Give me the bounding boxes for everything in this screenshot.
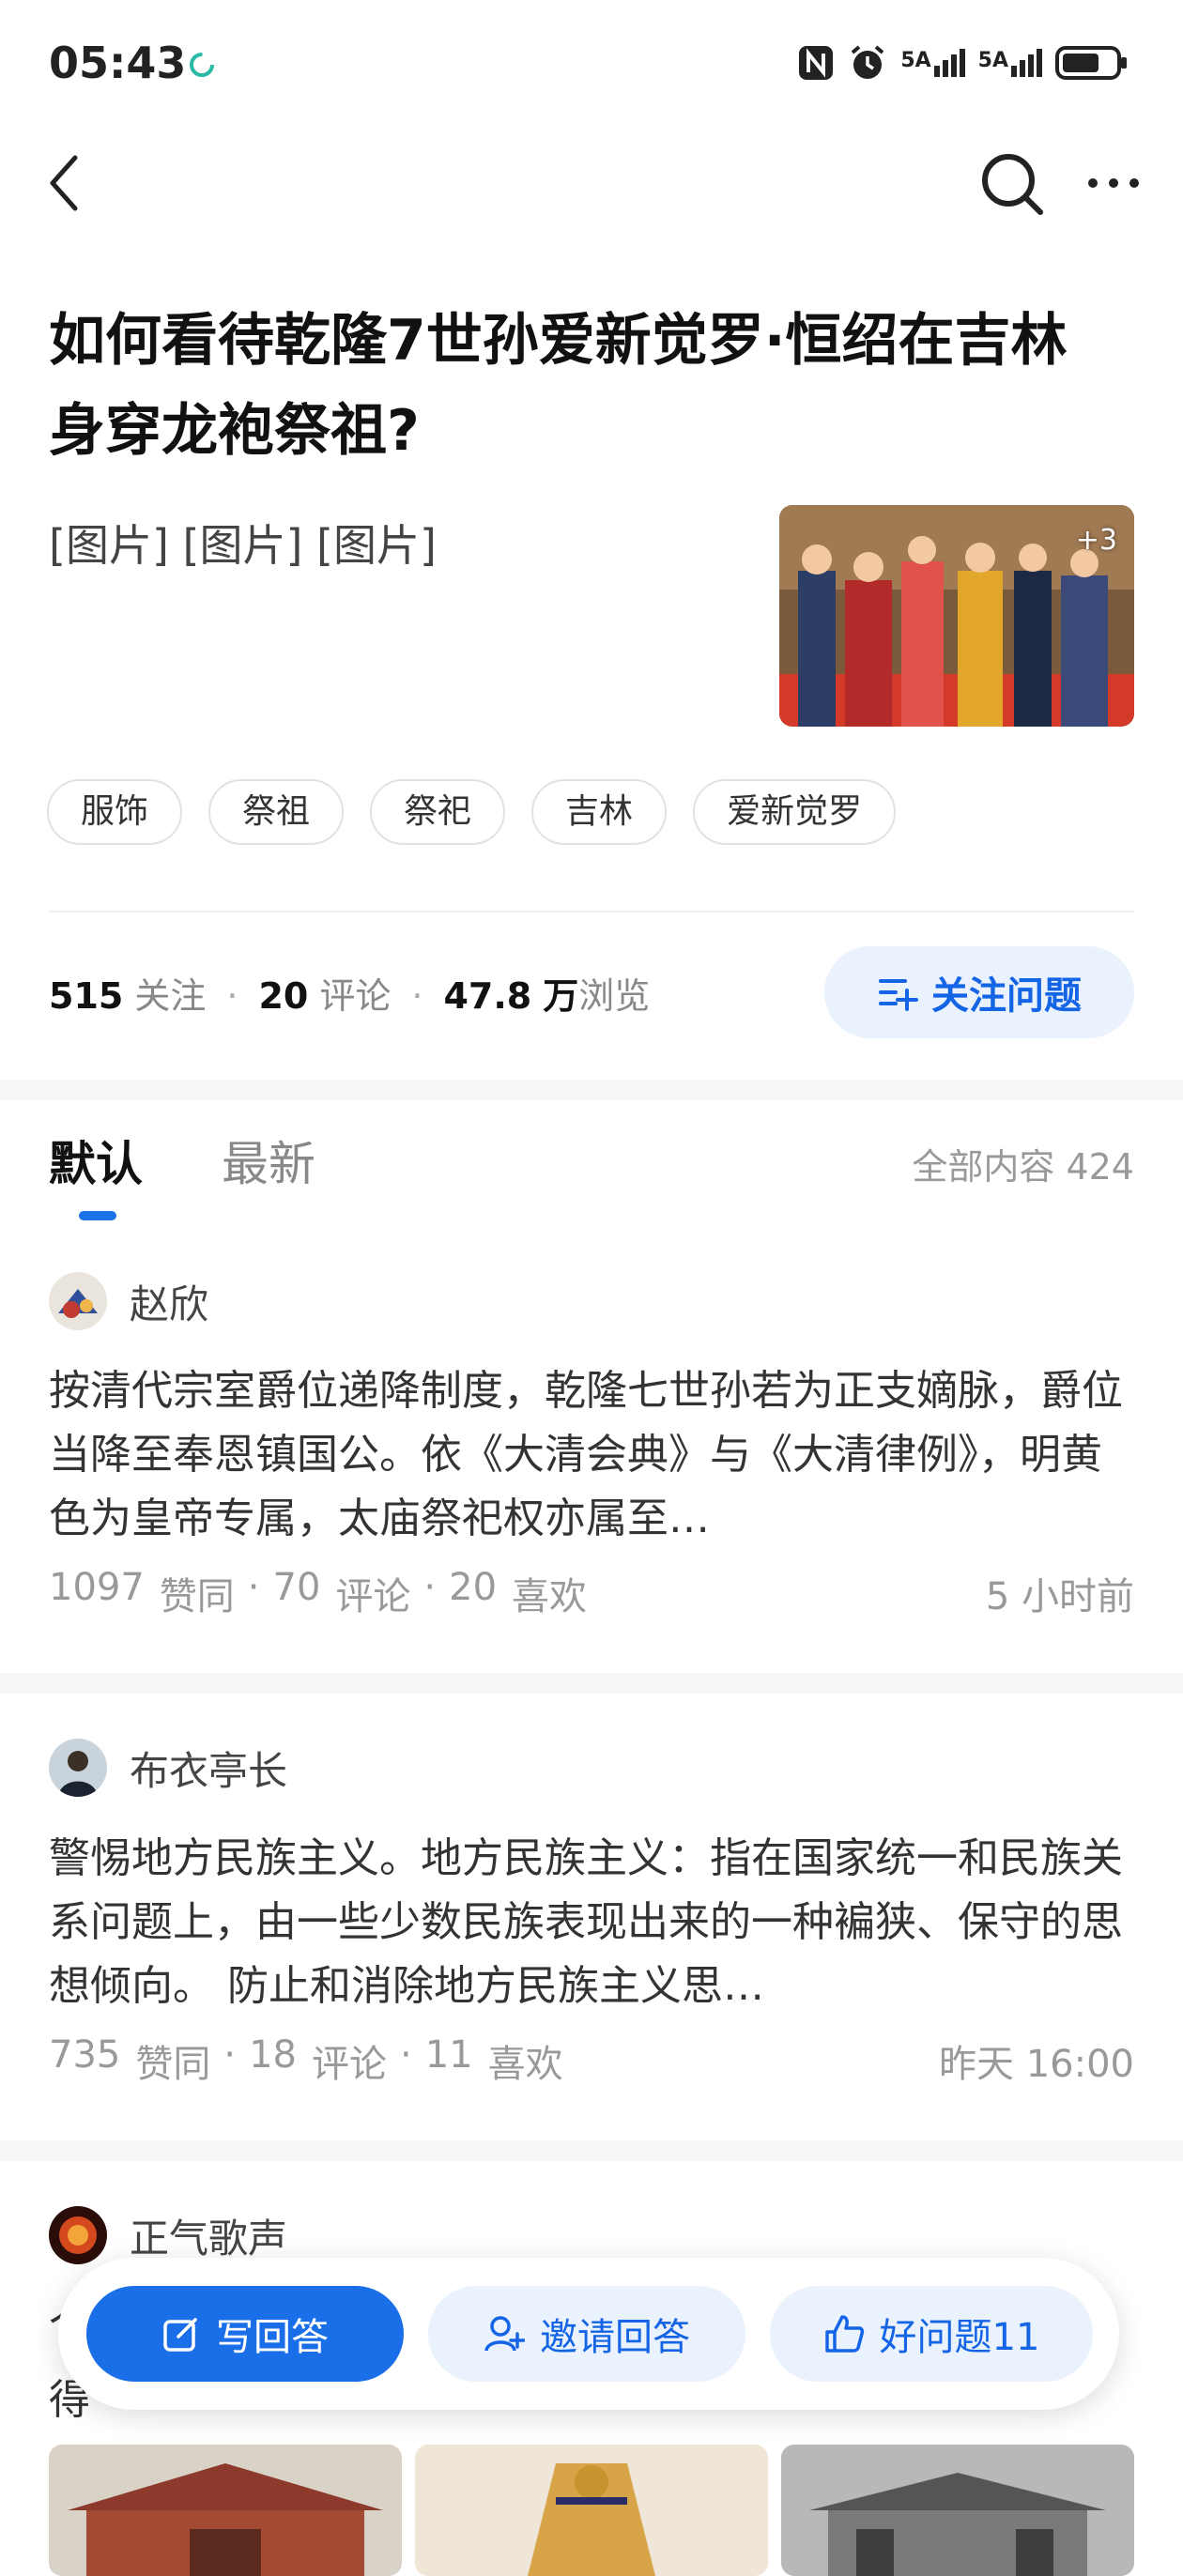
view-count: 47.8 — [443, 975, 532, 1017]
answer-image[interactable] — [781, 2445, 1134, 2576]
status-icons: 5A 5A — [797, 43, 1129, 83]
answer-author-row[interactable]: 布衣亭长 — [49, 1739, 287, 1797]
answer-author-name[interactable]: 赵欣 — [130, 1273, 208, 1330]
signal-1-label: 5A — [900, 49, 931, 72]
back-icon[interactable] — [45, 150, 83, 216]
good-question-button[interactable]: 好问题11 — [770, 2286, 1093, 2382]
thumbs-up-icon — [824, 2315, 864, 2353]
tag-item[interactable]: 爱新觉罗 — [693, 779, 897, 845]
alarm-icon — [852, 45, 884, 79]
signal-2: 5A — [978, 49, 1042, 77]
tab-default[interactable]: 默认 — [49, 1127, 143, 1194]
sync-icon — [190, 53, 214, 77]
invite-answer-label: 邀请回答 — [540, 2316, 690, 2359]
comment-count: 20 — [258, 975, 309, 1017]
answer-meta: 735 赞同 · 18 评论 · 11 喜欢 昨天 16:00 — [49, 2033, 1134, 2086]
answer-excerpt[interactable]: 警惕地方民族主义。地方民族主义：指在国家统一和民族关系问题上，由一些少数民族表现… — [49, 1827, 1138, 2018]
thumbnail-more-count: +3 — [1075, 524, 1117, 557]
answer-likes-label: 赞同 — [159, 1575, 235, 1618]
follow-question-label: 关注问题 — [931, 974, 1082, 1018]
answer-excerpt-text: 按清代宗室爵位递降制度，乾隆七世孙若为正支嫡脉，爵位当降至奉恩镇国公。依《大清会… — [49, 1367, 1123, 1542]
nfc-icon — [799, 46, 834, 80]
avatar[interactable] — [49, 1739, 107, 1797]
answer-author-name[interactable]: 正气歌声 — [130, 2207, 287, 2264]
search-icon[interactable] — [978, 150, 1046, 218]
answer-likes-label: 赞同 — [135, 2043, 211, 2086]
signal-2-label: 5A — [977, 49, 1008, 72]
add-user-icon — [484, 2316, 525, 2352]
tag-item[interactable]: 服饰 — [47, 779, 183, 845]
answer-comments-label: 评论 — [311, 2043, 387, 2086]
answer-time: 昨天 16:00 — [939, 2043, 1134, 2086]
section-gap — [0, 1673, 1183, 1694]
answer-excerpt-text: 警惕地方民族主义。地方民族主义：指在国家统一和民族关系问题上，由一些少数民族表现… — [49, 1834, 1123, 2010]
follow-count: 515 — [49, 975, 124, 1017]
more-icon[interactable] — [1085, 169, 1142, 197]
tag-item[interactable]: 祭祖 — [208, 779, 345, 845]
invite-answer-button[interactable]: 邀请回答 — [428, 2286, 745, 2382]
battery-icon — [1055, 46, 1127, 80]
status-time: 05:43 — [49, 38, 187, 88]
question-image-placeholders: [图片] [图片] [图片] — [49, 520, 437, 571]
tag-item[interactable]: 吉林 — [531, 779, 668, 845]
answer-comments: 18 — [249, 2033, 297, 2077]
avatar[interactable] — [49, 2206, 107, 2264]
answer-meta: 1097 赞同 · 70 评论 · 20 喜欢 5 小时前 — [49, 1566, 1134, 1618]
good-question-label: 好问题11 — [879, 2316, 1040, 2359]
follow-label: 关注 — [134, 975, 207, 1017]
answer-favs-label: 喜欢 — [512, 1575, 588, 1618]
answer-favs-label: 喜欢 — [487, 2043, 563, 2086]
section-gap — [0, 1080, 1183, 1100]
tag-list: 服饰 祭祖 祭祀 吉林 爱新觉罗 — [47, 779, 897, 845]
answer-comments-label: 评论 — [335, 1575, 411, 1618]
write-answer-label: 写回答 — [216, 2316, 329, 2359]
answer-comments: 70 — [272, 1566, 321, 1609]
divider — [49, 911, 1134, 912]
section-gap — [0, 2140, 1183, 2161]
write-answer-button[interactable]: 写回答 — [86, 2286, 404, 2382]
follow-question-button[interactable]: 关注问题 — [824, 946, 1134, 1038]
tag-item[interactable]: 祭祀 — [370, 779, 506, 845]
question-title[interactable]: 如何看待乾隆7世孙爱新觉罗·恒绍在吉林身穿龙袍祭祖? — [49, 296, 1110, 476]
answer-favs: 11 — [424, 2033, 473, 2077]
answer-author-row[interactable]: 正气歌声 — [49, 2206, 287, 2264]
answer-time: 5 小时前 — [985, 1575, 1134, 1618]
question-stats: 515 关注 · 20 评论 · 47.8 万 浏览 — [49, 967, 650, 1019]
total-content-count[interactable]: 全部内容 424 — [912, 1138, 1134, 1189]
question-thumbnail[interactable]: +3 — [779, 505, 1134, 727]
view-label: 浏览 — [578, 975, 651, 1017]
answer-favs: 20 — [449, 1566, 498, 1609]
tab-active-indicator — [79, 1211, 116, 1220]
edit-icon — [163, 2318, 197, 2352]
signal-1: 5A — [900, 49, 965, 77]
avatar[interactable] — [49, 1272, 107, 1330]
tab-latest[interactable]: 最新 — [222, 1127, 315, 1194]
answer-image-row — [49, 2445, 1134, 2576]
answer-likes: 735 — [49, 2033, 121, 2077]
view-unit: 万 — [543, 975, 579, 1017]
answer-author-row[interactable]: 赵欣 — [49, 1272, 208, 1330]
answer-image[interactable] — [49, 2445, 402, 2576]
answer-likes: 1097 — [49, 1566, 145, 1609]
answer-excerpt[interactable]: 按清代宗室爵位递降制度，乾隆七世孙若为正支嫡脉，爵位当降至奉恩镇国公。依《大清会… — [49, 1359, 1138, 1551]
answer-image[interactable] — [415, 2445, 768, 2576]
follow-list-plus-icon — [879, 979, 918, 1011]
answer-author-name[interactable]: 布衣亭长 — [130, 1740, 287, 1797]
comment-label: 评论 — [319, 975, 392, 1017]
